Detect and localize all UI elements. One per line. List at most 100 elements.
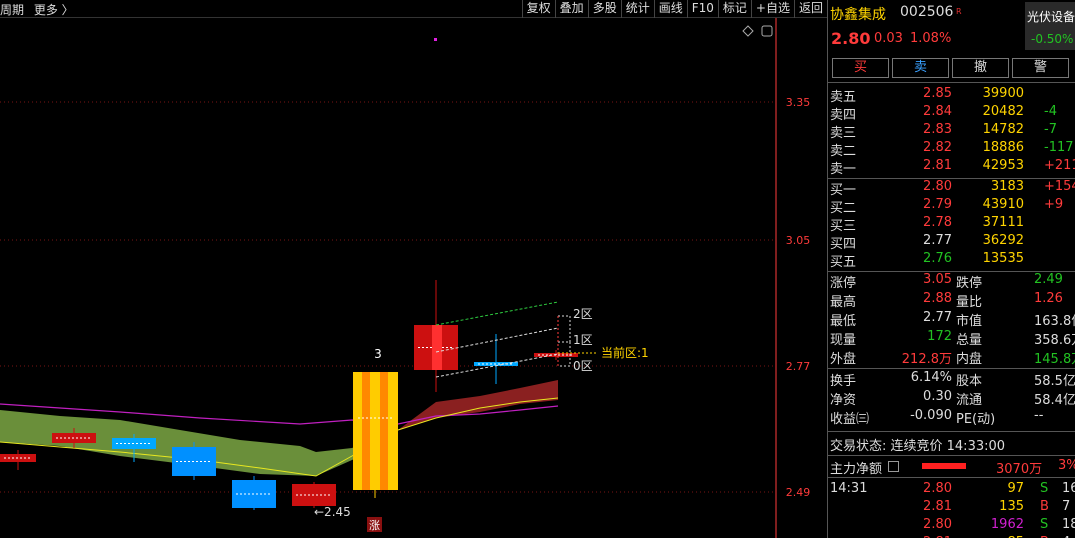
zone-label: 0区 (573, 359, 593, 373)
bid-volume: 36292 (982, 233, 1024, 248)
stat-label: 涨停 (830, 276, 857, 291)
bid-volume: 13535 (982, 251, 1024, 266)
stat-value: 6.14% (910, 370, 952, 385)
ask-row[interactable]: 卖五 2.85 39900 (828, 86, 1075, 105)
tick-time: 14:31 (830, 481, 868, 496)
stat-value: 0.30 (923, 389, 952, 404)
multi-stock-button[interactable]: 多股 (587, 0, 621, 18)
stat-label: 最低 (830, 314, 857, 329)
bid-price: 2.80 (923, 179, 952, 194)
more-menu[interactable]: 更多 〉 (34, 3, 74, 17)
stat-label: 流通 (956, 393, 983, 408)
chart-toolbar: 周期 更多 〉 复权 叠加 多股 统计 画线 F10 标记 +自选 返回 (0, 0, 827, 18)
add-watchlist-button[interactable]: +自选 (750, 0, 794, 18)
bid-price: 2.76 (923, 251, 952, 266)
stat-value: 3.05 (923, 272, 952, 287)
stat-row: 外盘 212.8万内盘 145.8万 (828, 348, 1075, 367)
stat-value: 2.77 (923, 310, 952, 325)
stat-value: 1.26 (1034, 291, 1063, 306)
main-flow-value: 3070万 (996, 462, 1043, 477)
stock-name[interactable]: 协鑫集成 (830, 4, 886, 24)
zone-line-2 (435, 301, 559, 326)
ask-row[interactable]: 卖二 2.82 18886 -117 (828, 140, 1075, 159)
bid-volume: 37111 (982, 215, 1024, 230)
stat-value: -- (1034, 408, 1044, 423)
ask-row[interactable]: 卖一 2.81 42953 +2115 (828, 158, 1075, 177)
marker-dot (434, 38, 437, 41)
stat-label: 换手 (830, 374, 857, 389)
sector-box[interactable]: 光伏设备 -0.50% (1025, 2, 1075, 50)
mark-button[interactable]: 标记 (717, 0, 751, 18)
cancel-order-button[interactable]: 撤 (952, 58, 1009, 78)
tick-count: 16 (1062, 481, 1075, 496)
stat-value: 2.49 (1034, 272, 1063, 287)
stat-value: 58.4亿 (1034, 393, 1075, 408)
ask-volume: 20482 (982, 104, 1024, 119)
bid-row[interactable]: 买二 2.79 43910 +9 (828, 197, 1075, 216)
stat-label: 市值 (956, 314, 983, 329)
sector-change: -0.50% (1031, 32, 1074, 46)
zone-label: 1区 (573, 333, 593, 347)
bid-volume: 3183 (990, 179, 1024, 194)
buy-button[interactable]: 买 (832, 58, 889, 78)
trade-buttons: 买 卖 撤 警 (832, 58, 1072, 78)
stat-label: 最高 (830, 295, 857, 310)
ask-row[interactable]: 卖四 2.84 20482 -4 (828, 104, 1075, 123)
bid-price: 2.77 (923, 233, 952, 248)
back-button[interactable]: 返回 (793, 0, 827, 18)
bid-row[interactable]: 买四 2.77 36292 (828, 233, 1075, 252)
bid-row[interactable]: 买三 2.78 37111 (828, 215, 1075, 234)
main-flow-icon[interactable] (888, 461, 899, 472)
ask-row[interactable]: 卖三 2.83 14782 -7 (828, 122, 1075, 141)
candle-limit-up-stripe (380, 372, 388, 490)
main-flow-pct: 3% (1058, 458, 1075, 473)
bid-label: 买四 (830, 237, 857, 252)
sell-button[interactable]: 卖 (892, 58, 949, 78)
kline-chart[interactable]: 3.35 3.05 2.77 2.49 2区 1区 0区当前区:1 3 ←2.45 涨 (0, 0, 827, 538)
quote-header: 协鑫集成 002506 R 光伏设备 -0.50% 2.80 0.03 1.08… (828, 0, 1075, 54)
toolbar-right: 复权 叠加 多股 统计 画线 F10 标记 +自选 返回 (521, 0, 827, 18)
overlay-button[interactable]: 叠加 (554, 0, 588, 18)
adjust-button[interactable]: 复权 (521, 0, 555, 18)
ask-delta: -7 (1044, 122, 1057, 137)
ask-price: 2.81 (923, 158, 952, 173)
tick-volume: 135 (999, 499, 1024, 514)
tick-side: S (1040, 517, 1049, 532)
f10-button[interactable]: F10 (686, 0, 718, 18)
ask-label: 卖一 (830, 162, 857, 177)
stat-value: 212.8万 (901, 352, 952, 367)
bid-row[interactable]: 买五 2.76 13535 (828, 251, 1075, 270)
bid-volume: 43910 (982, 197, 1024, 212)
alert-button[interactable]: 警 (1012, 58, 1069, 78)
stat-label: 跌停 (956, 276, 983, 291)
ask-label: 卖二 (830, 144, 857, 159)
stat-value: 358.6万 (1034, 333, 1075, 348)
ask-volume: 39900 (982, 86, 1024, 101)
bid-label: 买三 (830, 219, 857, 234)
toolbar-left: 周期 更多 〉 (0, 1, 80, 18)
divider (828, 368, 1075, 369)
ask-volume: 18886 (982, 140, 1024, 155)
candle-red-highlight (432, 325, 442, 370)
sector-name: 光伏设备 (1027, 10, 1075, 24)
tick-row: 2.81 135 B 7 (828, 499, 1075, 517)
trade-state: 交易状态: 连续竞价 14:33:00 (828, 435, 1075, 454)
kline-chart-area[interactable]: 3.35 3.05 2.77 2.49 2区 1区 0区 当前区:1 3 ←2.45 涨 周期 更多… (0, 0, 827, 538)
stat-label: 总量 (956, 333, 983, 348)
bid-row[interactable]: 买一 2.80 3183 +154 (828, 179, 1075, 198)
ask-price: 2.83 (923, 122, 952, 137)
tick-count: 18 (1062, 517, 1075, 532)
period-menu[interactable]: 周期 (0, 3, 24, 17)
stat-label: 净资 (830, 393, 857, 408)
stat-value: -0.090 (910, 408, 952, 423)
main-flow-row[interactable]: 主力净额 3070万 3% (828, 458, 1075, 477)
tick-row: 14:31 2.80 97 S 16 (828, 481, 1075, 499)
divider (828, 431, 1075, 432)
stat-value: 2.88 (923, 291, 952, 306)
statistics-button[interactable]: 统计 (620, 0, 654, 18)
draw-line-button[interactable]: 画线 (653, 0, 687, 18)
stat-row: 最高 2.88 量比 1.26 (828, 291, 1075, 310)
ask-label: 卖三 (830, 126, 857, 141)
window-icon (761, 25, 773, 37)
bid-price: 2.79 (923, 197, 952, 212)
